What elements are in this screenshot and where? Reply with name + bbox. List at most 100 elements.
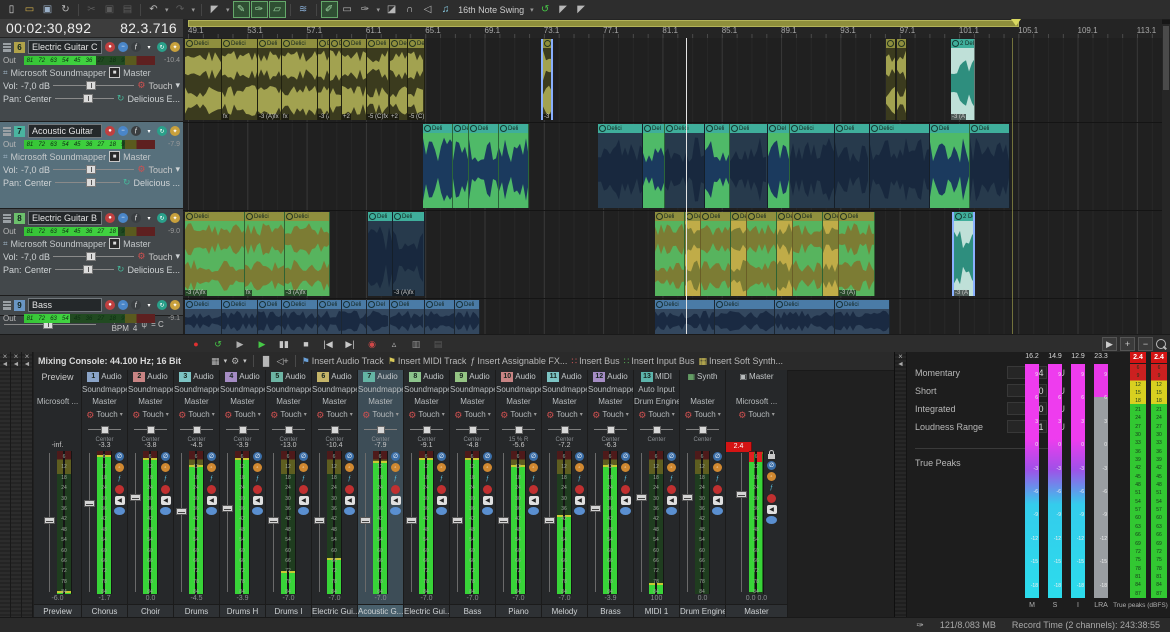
track-menu-caret-icon[interactable]: ▾ (144, 42, 154, 52)
mute-button[interactable]: ◀ (253, 496, 263, 505)
phase-invert-button[interactable]: ∅ (161, 452, 170, 461)
channel-fader[interactable] (682, 451, 693, 594)
strip-output-bus[interactable]: Master (404, 396, 449, 408)
freeze-icon[interactable]: ✦ (170, 42, 180, 52)
automation-caret-icon[interactable]: ▾ (772, 409, 775, 421)
pan-slider[interactable] (55, 178, 120, 187)
freeze-icon[interactable]: ✦ (170, 300, 180, 310)
audio-clip[interactable]: Deli (705, 124, 730, 208)
record-arm-button[interactable] (115, 485, 124, 494)
automation-icon[interactable]: ↻ (157, 126, 167, 136)
input-gain-knob[interactable]: ◦ (115, 463, 124, 472)
mute-button[interactable]: ◀ (483, 496, 493, 505)
swing-caret-icon[interactable]: ▾ (528, 6, 536, 14)
pan-handle[interactable] (561, 426, 569, 434)
pan-slider[interactable] (548, 426, 581, 434)
automation-mode[interactable]: Touch (148, 81, 172, 91)
input-gain-knob[interactable]: ◦ (713, 463, 722, 472)
channel-fader[interactable] (130, 451, 141, 594)
view-grid-icon[interactable]: ▦ (211, 356, 220, 367)
pan-slider[interactable] (364, 426, 397, 434)
track-header-electric-guitar-c[interactable]: 6Electric Guitar C●−ƒ▾↻✦Out8172635445362… (0, 38, 183, 122)
fader-handle[interactable] (314, 517, 325, 524)
record-arm-button[interactable] (437, 485, 446, 494)
solo-button[interactable] (712, 507, 723, 515)
vol-value[interactable]: -7,0 dB (21, 165, 50, 175)
zoom-tool-icon[interactable] (1156, 339, 1166, 349)
record-arm-button[interactable] (161, 485, 170, 494)
strip-automation[interactable]: ⚙Touch▾ (312, 408, 357, 422)
strip-device[interactable]: Soundmapper (404, 384, 449, 396)
beat-position[interactable]: 82.3.716 (120, 20, 177, 36)
strip-device[interactable]: Soundmapper (588, 384, 633, 396)
track-header-electric-guitar-b[interactable]: 8Electric Guitar B●−ƒ▾↻✦Out8172635445362… (0, 209, 183, 296)
audio-clip[interactable]: Deli (368, 212, 393, 296)
playhead[interactable] (686, 38, 687, 334)
fx-button[interactable]: ƒ (529, 474, 538, 483)
audio-clip[interactable]: Delici (655, 300, 715, 335)
automation-caret-icon[interactable]: ▾ (258, 409, 261, 421)
strip-volume-value[interactable]: 100 (634, 594, 679, 604)
mute-button[interactable]: ◀ (529, 496, 539, 505)
input-gain-knob[interactable]: ◦ (667, 463, 676, 472)
strip-output-bus[interactable]: Master (174, 396, 219, 408)
timeline-ruler[interactable]: 49.153.157.161.165.169.173.177.181.185.1… (183, 19, 1162, 39)
audio-clip[interactable]: Delici (835, 300, 890, 335)
fx-button[interactable]: ƒ (437, 474, 446, 483)
phase-invert-button[interactable]: ∅ (437, 452, 446, 461)
track-menu-caret-icon[interactable]: ▾ (144, 213, 154, 223)
phase-invert-button[interactable]: ∅ (299, 452, 308, 461)
audio-clip[interactable]: Del (367, 300, 390, 335)
help-pointer-2-icon[interactable]: ◤ (573, 1, 590, 18)
record-arm-button[interactable] (575, 485, 584, 494)
record-arm-button[interactable] (391, 485, 400, 494)
audio-clip[interactable]: Delici (185, 300, 222, 335)
mute-button[interactable]: − (118, 126, 128, 136)
solo-button[interactable] (482, 507, 493, 515)
fx-button[interactable]: ƒ (483, 474, 492, 483)
strip-device[interactable]: Auto Input (634, 384, 679, 396)
plugin-name[interactable]: Delicious E... (127, 94, 180, 104)
input-gain-knob[interactable]: ◦ (391, 463, 400, 472)
fader-handle[interactable] (360, 517, 371, 524)
strip-volume-value[interactable]: -7.0 (404, 594, 449, 604)
solo-button[interactable] (574, 507, 585, 515)
automation-mode[interactable]: Touch (148, 165, 172, 175)
channel-fader[interactable] (360, 451, 371, 594)
fx-button[interactable]: ƒ (253, 474, 262, 483)
mute-button[interactable]: ◀ (621, 496, 631, 505)
insert-audio-track-button[interactable]: ⚑Insert Audio Track (302, 356, 384, 367)
audio-clip[interactable]: Deli-3 (A)fx (258, 39, 282, 120)
automation-caret-icon[interactable]: ▾ (166, 409, 169, 421)
record-arm-button[interactable] (345, 485, 354, 494)
track-menu-caret-icon[interactable]: ▾ (144, 300, 154, 310)
insert-assignable-fx-button[interactable]: ƒInsert Assignable FX... (470, 356, 567, 366)
fader-handle[interactable] (406, 517, 417, 524)
time-signature-bottom[interactable]: 4 (133, 324, 137, 333)
strip-volume-value[interactable]: -6.0 (34, 594, 81, 604)
audio-clip[interactable]: Delici (715, 300, 775, 335)
play-button[interactable]: ▶ (254, 337, 270, 351)
pan-handle[interactable] (653, 426, 661, 434)
input-gain-knob[interactable]: ◦ (253, 463, 262, 472)
fader-handle[interactable] (590, 505, 601, 512)
pan-handle[interactable] (239, 426, 247, 434)
track-name-input[interactable]: Electric Guitar C (28, 40, 102, 54)
strip-device[interactable]: Soundmapper (220, 384, 265, 396)
freeze-icon[interactable]: ✦ (170, 126, 180, 136)
strip-volume-value[interactable]: -7.0 (266, 594, 311, 604)
vol-value[interactable]: -7,0 dB (21, 252, 50, 262)
fx-button[interactable]: ƒ (345, 474, 354, 483)
audio-clip[interactable]: Delici (775, 300, 835, 335)
solo-button[interactable] (344, 507, 355, 515)
envelope-tool-icon[interactable]: ≋ (295, 1, 312, 18)
strip-volume-value[interactable]: -3.9 (220, 594, 265, 604)
audio-clip[interactable]: De (823, 212, 839, 296)
mixer-strip-brass[interactable]: 12AudioSoundmapperMaster⚙Touch▾Center-6.… (588, 370, 634, 618)
collapse-icon[interactable]: ◄ (897, 361, 904, 368)
fader-handle[interactable] (84, 500, 95, 507)
audio-clip[interactable]: Deli (747, 212, 777, 296)
paint-tool-icon[interactable]: ✑ (251, 1, 268, 18)
solo-button[interactable]: ƒ (131, 42, 141, 52)
fx-button[interactable]: ƒ (391, 474, 400, 483)
